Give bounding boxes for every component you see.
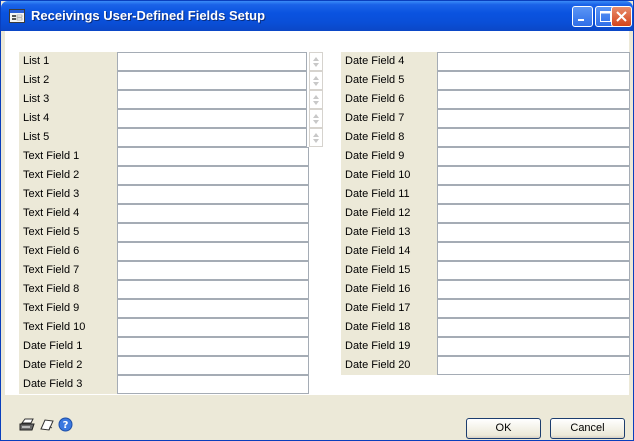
spin-arrows-icon	[313, 76, 319, 86]
svg-text:?: ?	[63, 420, 69, 431]
spin-arrows-icon	[313, 95, 319, 105]
field-label: List 3	[19, 90, 117, 109]
date-field-1-input[interactable]	[117, 337, 309, 356]
dialog-window: Receivings User-Defined Fields Setup Lis…	[0, 0, 634, 441]
field-label: Text Field 2	[19, 166, 117, 185]
text-field-5-input[interactable]	[117, 223, 309, 242]
field-label: Date Field 5	[341, 71, 437, 90]
list-1-lookup-button[interactable]	[309, 52, 323, 71]
date-field-10-input[interactable]	[437, 166, 630, 185]
field-label: List 4	[19, 109, 117, 128]
field-label: Date Field 8	[341, 128, 437, 147]
date-field-15-input[interactable]	[437, 261, 630, 280]
text-field-6-input[interactable]	[117, 242, 309, 261]
text-field-1-input[interactable]	[117, 147, 309, 166]
field-label: Date Field 1	[19, 337, 117, 356]
text-field-4-input[interactable]	[117, 204, 309, 223]
field-label: Date Field 10	[341, 166, 437, 185]
field-label: Text Field 10	[19, 318, 117, 337]
close-icon	[616, 11, 627, 22]
app-window-icon	[9, 9, 25, 23]
field-label: Text Field 8	[19, 280, 117, 299]
text-field-10-input[interactable]	[117, 318, 309, 337]
field-label: List 2	[19, 71, 117, 90]
field-label: Date Field 20	[341, 356, 437, 375]
field-label: Text Field 7	[19, 261, 117, 280]
field-label: Date Field 3	[19, 375, 117, 394]
printer-icon[interactable]	[19, 417, 37, 436]
field-label: List 5	[19, 128, 117, 147]
field-label: Date Field 6	[341, 90, 437, 109]
field-label: Date Field 7	[341, 109, 437, 128]
note-icon[interactable]	[39, 417, 55, 436]
text-field-9-input[interactable]	[117, 299, 309, 318]
date-field-5-input[interactable]	[437, 71, 630, 90]
list-5-field[interactable]	[117, 128, 307, 147]
date-field-18-input[interactable]	[437, 318, 630, 337]
list-4-lookup-button[interactable]	[309, 109, 323, 128]
field-label: Date Field 12	[341, 204, 437, 223]
dialog-footer: ? OK Cancel	[5, 395, 629, 439]
help-icon[interactable]: ?	[58, 417, 73, 435]
list-1-field[interactable]	[117, 52, 307, 71]
text-field-7-input[interactable]	[117, 261, 309, 280]
date-field-8-input[interactable]	[437, 128, 630, 147]
list-2-lookup-button[interactable]	[309, 71, 323, 90]
field-label: Text Field 9	[19, 299, 117, 318]
list-4-field[interactable]	[117, 109, 307, 128]
spin-arrows-icon	[313, 57, 319, 67]
spin-arrows-icon	[313, 133, 319, 143]
date-field-7-input[interactable]	[437, 109, 630, 128]
field-label: Date Field 13	[341, 223, 437, 242]
date-field-2-input[interactable]	[117, 356, 309, 375]
list-3-field[interactable]	[117, 90, 307, 109]
field-label: Text Field 1	[19, 147, 117, 166]
date-field-19-input[interactable]	[437, 337, 630, 356]
date-field-11-input[interactable]	[437, 185, 630, 204]
field-label: Date Field 15	[341, 261, 437, 280]
list-2-field[interactable]	[117, 71, 307, 90]
field-label: Date Field 17	[341, 299, 437, 318]
window-title: Receivings User-Defined Fields Setup	[31, 8, 266, 23]
date-field-4-input[interactable]	[437, 52, 630, 71]
field-label: Text Field 3	[19, 185, 117, 204]
date-field-9-input[interactable]	[437, 147, 630, 166]
date-field-13-input[interactable]	[437, 223, 630, 242]
list-3-lookup-button[interactable]	[309, 90, 323, 109]
text-field-3-input[interactable]	[117, 185, 309, 204]
date-field-17-input[interactable]	[437, 299, 630, 318]
date-field-6-input[interactable]	[437, 90, 630, 109]
minimize-icon	[578, 19, 584, 21]
fields-panel: List 1 List 2 List 3 List 4 List 5 Text …	[5, 31, 630, 395]
field-label: Date Field 11	[341, 185, 437, 204]
title-bar[interactable]: Receivings User-Defined Fields Setup	[1, 1, 633, 31]
ok-button[interactable]: OK	[466, 418, 541, 439]
field-label: Date Field 18	[341, 318, 437, 337]
field-label: Date Field 19	[341, 337, 437, 356]
spin-arrows-icon	[313, 114, 319, 124]
date-field-20-input[interactable]	[437, 356, 630, 375]
field-label: Date Field 16	[341, 280, 437, 299]
field-label: Text Field 6	[19, 242, 117, 261]
text-field-2-input[interactable]	[117, 166, 309, 185]
field-label: Date Field 2	[19, 356, 117, 375]
date-field-12-input[interactable]	[437, 204, 630, 223]
field-label: Text Field 4	[19, 204, 117, 223]
cancel-button[interactable]: Cancel	[550, 418, 625, 439]
list-5-lookup-button[interactable]	[309, 128, 323, 147]
date-field-16-input[interactable]	[437, 280, 630, 299]
field-label: Date Field 14	[341, 242, 437, 261]
field-label: List 1	[19, 52, 117, 71]
date-field-14-input[interactable]	[437, 242, 630, 261]
field-label: Date Field 9	[341, 147, 437, 166]
date-field-3-input[interactable]	[117, 375, 309, 394]
field-label: Date Field 4	[341, 52, 437, 71]
close-button[interactable]	[611, 6, 632, 27]
field-label: Text Field 5	[19, 223, 117, 242]
text-field-8-input[interactable]	[117, 280, 309, 299]
minimize-button[interactable]	[572, 6, 593, 27]
